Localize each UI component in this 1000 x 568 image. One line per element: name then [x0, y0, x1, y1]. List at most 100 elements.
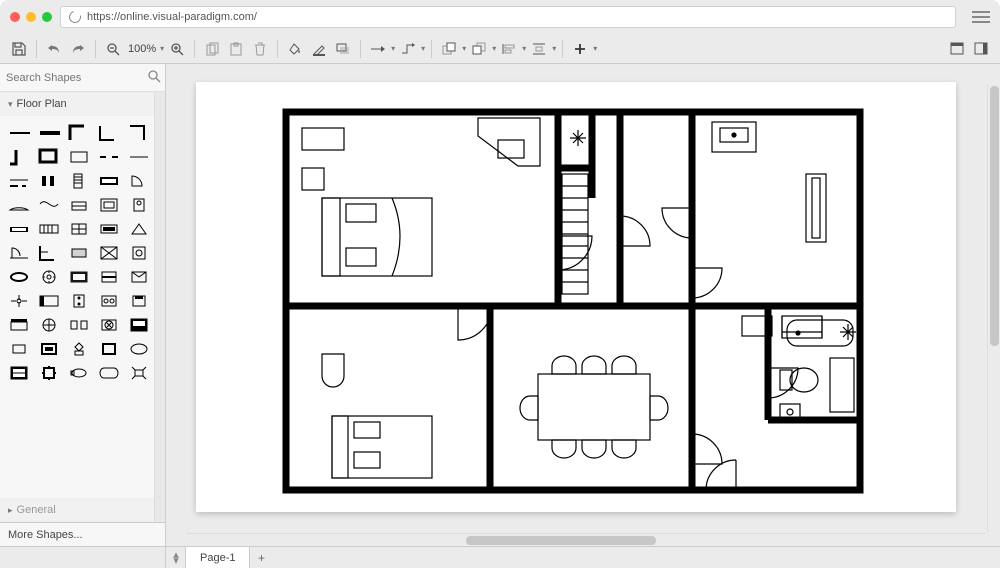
menu-icon[interactable]	[972, 11, 990, 23]
url-bar[interactable]: https://online.visual-paradigm.com/	[60, 6, 956, 28]
shape-stencil[interactable]	[126, 124, 152, 142]
shape-stencil[interactable]	[126, 340, 152, 358]
maximize-window-button[interactable]	[42, 12, 52, 22]
line-color-button[interactable]	[308, 38, 330, 60]
window-controls	[10, 12, 52, 22]
shape-stencil[interactable]	[6, 268, 32, 286]
delete-button[interactable]	[249, 38, 271, 60]
copy-button[interactable]	[201, 38, 223, 60]
reload-icon[interactable]	[67, 9, 83, 25]
sidebar-scrollbar[interactable]	[154, 92, 165, 522]
close-window-button[interactable]	[10, 12, 20, 22]
shape-stencil[interactable]	[36, 268, 62, 286]
search-shapes-input[interactable]	[6, 68, 148, 88]
shape-stencil[interactable]	[36, 220, 62, 238]
shape-stencil[interactable]	[6, 196, 32, 214]
shape-stencil[interactable]	[66, 364, 92, 382]
shape-stencil[interactable]	[66, 316, 92, 334]
paste-button[interactable]	[225, 38, 247, 60]
shape-stencil[interactable]	[6, 124, 32, 142]
shape-stencil[interactable]	[66, 244, 92, 262]
save-button[interactable]	[8, 38, 30, 60]
drawing-page[interactable]	[196, 82, 956, 512]
vertical-scrollbar[interactable]	[987, 84, 1000, 532]
category-floor-plan[interactable]: Floor Plan	[0, 92, 154, 116]
shape-stencil[interactable]	[36, 316, 62, 334]
shape-stencil[interactable]	[66, 340, 92, 358]
shape-stencil[interactable]	[6, 172, 32, 190]
minimize-window-button[interactable]	[26, 12, 36, 22]
shape-stencil[interactable]	[96, 124, 122, 142]
shape-stencil[interactable]	[96, 148, 122, 166]
connection-button[interactable]	[367, 38, 389, 60]
shape-stencil[interactable]	[126, 196, 152, 214]
shape-stencil[interactable]	[36, 292, 62, 310]
search-icon[interactable]	[148, 70, 161, 86]
shape-stencil[interactable]	[126, 316, 152, 334]
shape-stencil[interactable]	[96, 364, 122, 382]
shape-stencil[interactable]	[96, 196, 122, 214]
shape-stencil[interactable]	[36, 196, 62, 214]
shape-stencil[interactable]	[6, 244, 32, 262]
canvas-area	[166, 64, 1000, 546]
shape-stencil[interactable]	[6, 292, 32, 310]
shape-stencil[interactable]	[126, 148, 152, 166]
shadow-button[interactable]	[332, 38, 354, 60]
shape-stencil[interactable]	[126, 364, 152, 382]
zoom-level[interactable]: 100%	[128, 43, 156, 55]
shape-stencil[interactable]	[66, 220, 92, 238]
shape-stencil[interactable]	[96, 340, 122, 358]
shape-stencil[interactable]	[126, 244, 152, 262]
distribute-button[interactable]	[528, 38, 550, 60]
add-page-button[interactable]: +	[250, 547, 272, 568]
to-back-button[interactable]	[468, 38, 490, 60]
format-panel-button[interactable]	[946, 38, 968, 60]
shape-stencil[interactable]	[96, 172, 122, 190]
shape-stencil[interactable]	[6, 340, 32, 358]
shape-stencil[interactable]	[6, 220, 32, 238]
shape-stencil[interactable]	[96, 316, 122, 334]
outline-panel-button[interactable]	[970, 38, 992, 60]
horizontal-scrollbar[interactable]	[186, 533, 986, 546]
canvas-viewport[interactable]	[166, 64, 1000, 546]
shape-stencil[interactable]	[36, 340, 62, 358]
shape-stencil[interactable]	[126, 268, 152, 286]
floor-plan-drawing[interactable]	[282, 108, 864, 494]
shape-stencil[interactable]	[126, 292, 152, 310]
tab-pager[interactable]: ▴▾	[166, 547, 186, 568]
category-general[interactable]: General	[0, 498, 154, 522]
zoom-out-button[interactable]	[102, 38, 124, 60]
tab-page-1[interactable]: Page-1	[186, 547, 250, 568]
shape-stencil[interactable]	[6, 316, 32, 334]
shape-stencil[interactable]	[96, 268, 122, 286]
shape-stencil[interactable]	[126, 172, 152, 190]
shape-stencil[interactable]	[66, 124, 92, 142]
more-shapes-button[interactable]: More Shapes...	[0, 522, 165, 546]
url-text: https://online.visual-paradigm.com/	[87, 11, 257, 23]
shape-stencil[interactable]	[6, 364, 32, 382]
shape-stencil[interactable]	[96, 244, 122, 262]
shape-stencil[interactable]	[36, 244, 62, 262]
align-button[interactable]	[498, 38, 520, 60]
fill-color-button[interactable]	[284, 38, 306, 60]
shape-stencil[interactable]	[66, 292, 92, 310]
shape-stencil[interactable]	[36, 148, 62, 166]
zoom-in-button[interactable]	[166, 38, 188, 60]
shape-stencil[interactable]	[36, 364, 62, 382]
shape-stencil[interactable]	[66, 148, 92, 166]
shape-stencil[interactable]	[126, 220, 152, 238]
shape-stencil[interactable]	[66, 172, 92, 190]
shape-stencil[interactable]	[6, 148, 32, 166]
shape-stencil[interactable]	[36, 124, 62, 142]
redo-button[interactable]	[67, 38, 89, 60]
shape-stencil[interactable]	[96, 292, 122, 310]
waypoint-button[interactable]	[397, 38, 419, 60]
shapes-palette	[0, 116, 154, 390]
shape-stencil[interactable]	[96, 220, 122, 238]
insert-button[interactable]	[569, 38, 591, 60]
undo-button[interactable]	[43, 38, 65, 60]
shape-stencil[interactable]	[66, 268, 92, 286]
to-front-button[interactable]	[438, 38, 460, 60]
shape-stencil[interactable]	[66, 196, 92, 214]
shape-stencil[interactable]	[36, 172, 62, 190]
